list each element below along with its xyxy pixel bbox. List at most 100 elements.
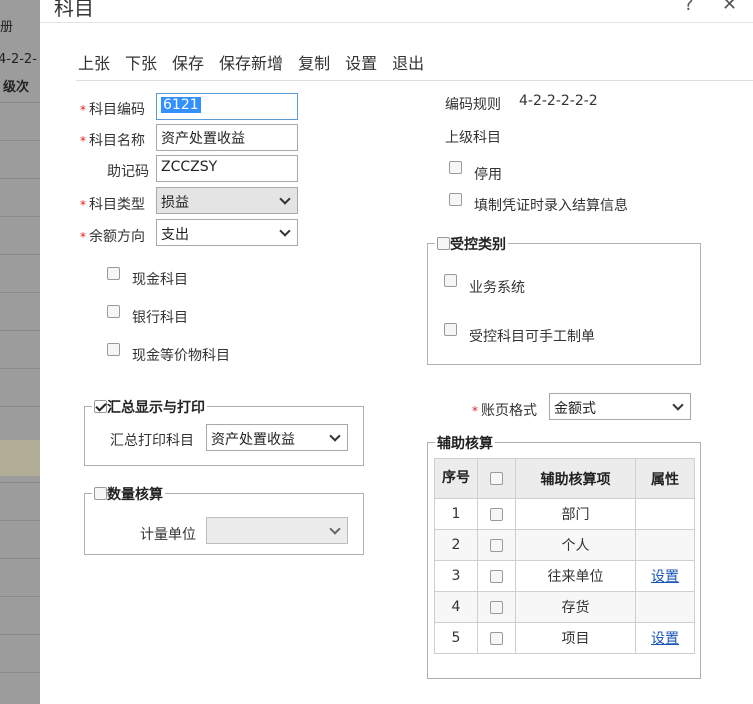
table-row[interactable]: 2 个人 <box>434 529 695 561</box>
row-checkbox-cell <box>477 591 516 623</box>
name-label: * 科目名称 <box>80 133 145 149</box>
next-button[interactable]: 下张 <box>125 50 157 74</box>
item-cell: 项目 <box>515 622 636 654</box>
unit-select[interactable] <box>206 517 348 544</box>
table-row[interactable]: 1 部门 <box>434 498 695 530</box>
chevron-down-icon <box>329 523 341 535</box>
dialog-title: 科目 <box>54 0 94 20</box>
ledger-format-select[interactable]: 金额式 <box>549 393 691 420</box>
select-all-header <box>477 458 516 499</box>
attr-settings-link[interactable]: 设置 <box>651 631 679 647</box>
summary-print-label: 汇总打印科目 <box>110 433 194 449</box>
account-dialog: 科目 ? ✕ 上张 下张 保存 保存新增 复制 设置 退出 * 科目编码 6121… <box>40 0 753 704</box>
help-icon[interactable]: ? <box>684 0 694 15</box>
controlled-legend: 受控类别 <box>435 234 508 254</box>
table-row[interactable]: 3 往来单位 设置 <box>434 560 695 592</box>
assist-legend: 辅助核算 <box>435 433 495 453</box>
cash-account-checkbox[interactable] <box>107 267 120 280</box>
business-system-label: 业务系统 <box>469 280 525 296</box>
row-checkbox-cell <box>477 529 516 561</box>
attr-cell <box>635 529 695 561</box>
disable-checkbox[interactable] <box>449 161 462 174</box>
type-select[interactable]: 损益 <box>156 187 298 214</box>
seq-cell: 5 <box>434 622 478 654</box>
item-cell: 往来单位 <box>515 560 636 592</box>
quantity-checkbox[interactable] <box>94 487 107 500</box>
seq-cell: 2 <box>434 529 478 561</box>
settlement-info-label: 填制凭证时录入结算信息 <box>474 198 628 214</box>
type-label: * 科目类型 <box>80 197 145 213</box>
manual-entry-checkbox[interactable] <box>444 323 457 336</box>
chevron-down-icon <box>279 193 291 205</box>
exit-button[interactable]: 退出 <box>392 50 424 74</box>
item-cell: 存货 <box>515 591 636 623</box>
chevron-down-icon <box>279 225 291 237</box>
bg-fragment-2: 4-2-2- <box>0 52 37 67</box>
disable-label: 停用 <box>474 167 502 183</box>
attr-settings-link[interactable]: 设置 <box>651 569 679 585</box>
code-rule-label: 编码规则 <box>445 97 501 113</box>
item-cell: 部门 <box>515 498 636 530</box>
balance-direction-select[interactable]: 支出 <box>156 219 298 246</box>
cash-account-label: 现金科目 <box>132 272 188 288</box>
settlement-info-checkbox[interactable] <box>449 193 462 206</box>
attr-cell <box>635 498 695 530</box>
bg-fragment-1: 册 <box>0 20 14 35</box>
summary-legend: 汇总显示与打印 <box>92 397 207 417</box>
table-row[interactable]: 4 存货 <box>434 591 695 623</box>
cash-equivalent-checkbox[interactable] <box>107 343 120 356</box>
row-checkbox[interactable] <box>490 600 503 614</box>
bg-fragment-3: 级次 <box>3 80 30 95</box>
prev-button[interactable]: 上张 <box>78 50 110 74</box>
mnemonic-input[interactable]: ZCCZSY <box>156 155 298 182</box>
code-rule-value: 4-2-2-2-2-2 <box>519 93 598 109</box>
row-checkbox[interactable] <box>490 631 503 645</box>
quantity-legend: 数量核算 <box>92 484 165 504</box>
summary-print-select[interactable]: 资产处置收益 <box>206 424 348 451</box>
unit-label: 计量单位 <box>140 527 196 543</box>
row-checkbox-cell <box>477 560 516 592</box>
seq-header: 序号 <box>434 458 478 499</box>
code-label: * 科目编码 <box>80 102 145 118</box>
seq-cell: 1 <box>434 498 478 530</box>
controlled-checkbox[interactable] <box>437 237 450 250</box>
cash-equivalent-label: 现金等价物科目 <box>132 348 230 364</box>
row-checkbox[interactable] <box>490 538 503 552</box>
summary-checkbox[interactable] <box>94 400 107 413</box>
row-checkbox[interactable] <box>490 507 503 521</box>
mnemonic-label: 助记码 <box>107 164 149 180</box>
manual-entry-label: 受控科目可手工制单 <box>469 329 595 345</box>
bank-account-checkbox[interactable] <box>107 305 120 318</box>
seq-cell: 4 <box>434 591 478 623</box>
row-checkbox[interactable] <box>490 569 503 583</box>
item-header: 辅助核算项 <box>515 458 636 499</box>
close-icon[interactable]: ✕ <box>722 0 737 15</box>
code-input[interactable]: 6121 <box>156 93 298 120</box>
controlled-fieldset <box>427 243 701 365</box>
balance-direction-label: * 余额方向 <box>80 229 145 245</box>
business-system-checkbox[interactable] <box>444 274 457 287</box>
chevron-down-icon <box>329 430 341 442</box>
table-row[interactable]: 5 项目 设置 <box>434 622 695 654</box>
name-input[interactable]: 资产处置收益 <box>156 124 298 151</box>
toolbar: 上张 下张 保存 保存新增 复制 设置 退出 <box>78 50 439 74</box>
attr-cell: 设置 <box>635 560 695 592</box>
attr-cell: 设置 <box>635 622 695 654</box>
seq-cell: 3 <box>434 560 478 592</box>
attr-cell <box>635 591 695 623</box>
save-new-button[interactable]: 保存新增 <box>219 50 283 74</box>
settings-button[interactable]: 设置 <box>345 50 377 74</box>
assist-table: 序号 辅助核算项 属性 1 部门 2 个人 3 往来单位 设置 4 存货 5 项… <box>434 458 695 654</box>
row-checkbox-cell <box>477 622 516 654</box>
parent-account-label: 上级科目 <box>445 130 501 146</box>
ledger-format-label: * 账页格式 <box>472 403 537 419</box>
save-button[interactable]: 保存 <box>172 50 204 74</box>
attr-header: 属性 <box>635 458 695 499</box>
copy-button[interactable]: 复制 <box>298 50 330 74</box>
bank-account-label: 银行科目 <box>132 310 188 326</box>
row-checkbox-cell <box>477 498 516 530</box>
background-app: 册 4-2-2- 级次 <box>0 0 40 704</box>
select-all-checkbox[interactable] <box>490 472 503 485</box>
item-cell: 个人 <box>515 529 636 561</box>
chevron-down-icon <box>672 399 684 411</box>
